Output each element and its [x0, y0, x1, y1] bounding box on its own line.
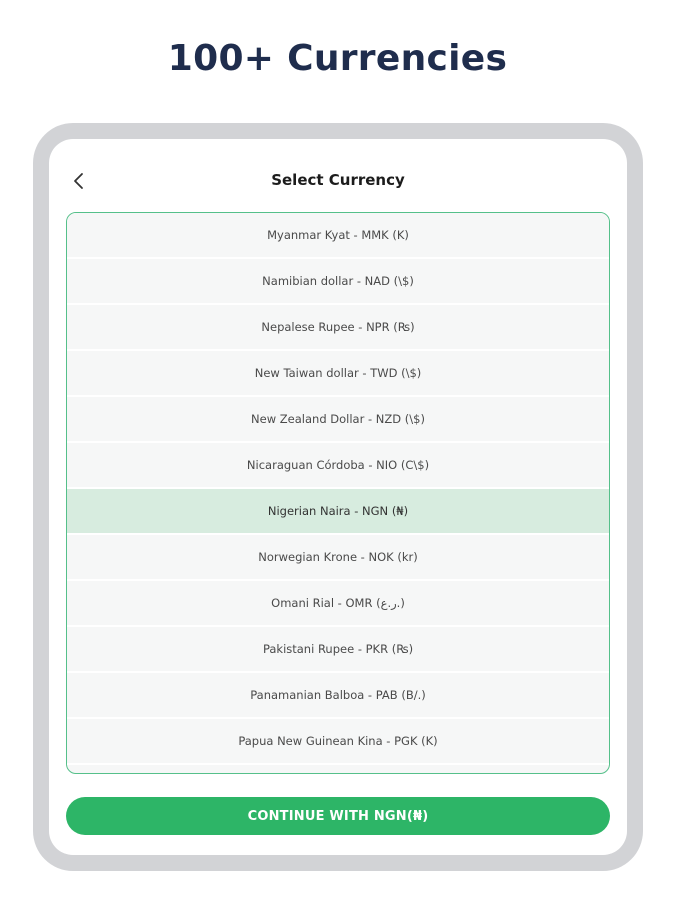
- app-bar: Select Currency: [49, 159, 627, 203]
- currency-item[interactable]: Nicaraguan Córdoba - NIO (C\$): [67, 443, 609, 489]
- currency-item[interactable]: New Zealand Dollar - NZD (\$): [67, 397, 609, 443]
- page-headline: 100+ Currencies: [167, 38, 508, 79]
- currency-item[interactable]: Panamanian Balboa - PAB (B/.): [67, 673, 609, 719]
- screen-title: Select Currency: [271, 171, 405, 189]
- tablet-screen: Select Currency Myanmar Kyat - MMK (K) Na…: [49, 139, 627, 855]
- promo-page: 100+ Currencies Select Currency Myanmar …: [0, 0, 675, 900]
- currency-item-selected[interactable]: Nigerian Naira - NGN (₦): [67, 489, 609, 535]
- currency-item[interactable]: Papua New Guinean Kina - PGK (K): [67, 719, 609, 765]
- currency-item[interactable]: Norwegian Krone - NOK (kr): [67, 535, 609, 581]
- continue-button[interactable]: CONTINUE WITH NGN(₦): [66, 797, 610, 835]
- currency-item[interactable]: Myanmar Kyat - MMK (K): [67, 213, 609, 259]
- currency-item[interactable]: Nepalese Rupee - NPR (₨): [67, 305, 609, 351]
- currency-item[interactable]: Pakistani Rupee - PKR (₨): [67, 627, 609, 673]
- currency-item[interactable]: Namibian dollar - NAD (\$): [67, 259, 609, 305]
- currency-item[interactable]: New Taiwan dollar - TWD (\$): [67, 351, 609, 397]
- currency-list[interactable]: Myanmar Kyat - MMK (K) Namibian dollar - …: [66, 212, 610, 774]
- currency-item[interactable]: Omani Rial - OMR (ر.ع.): [67, 581, 609, 627]
